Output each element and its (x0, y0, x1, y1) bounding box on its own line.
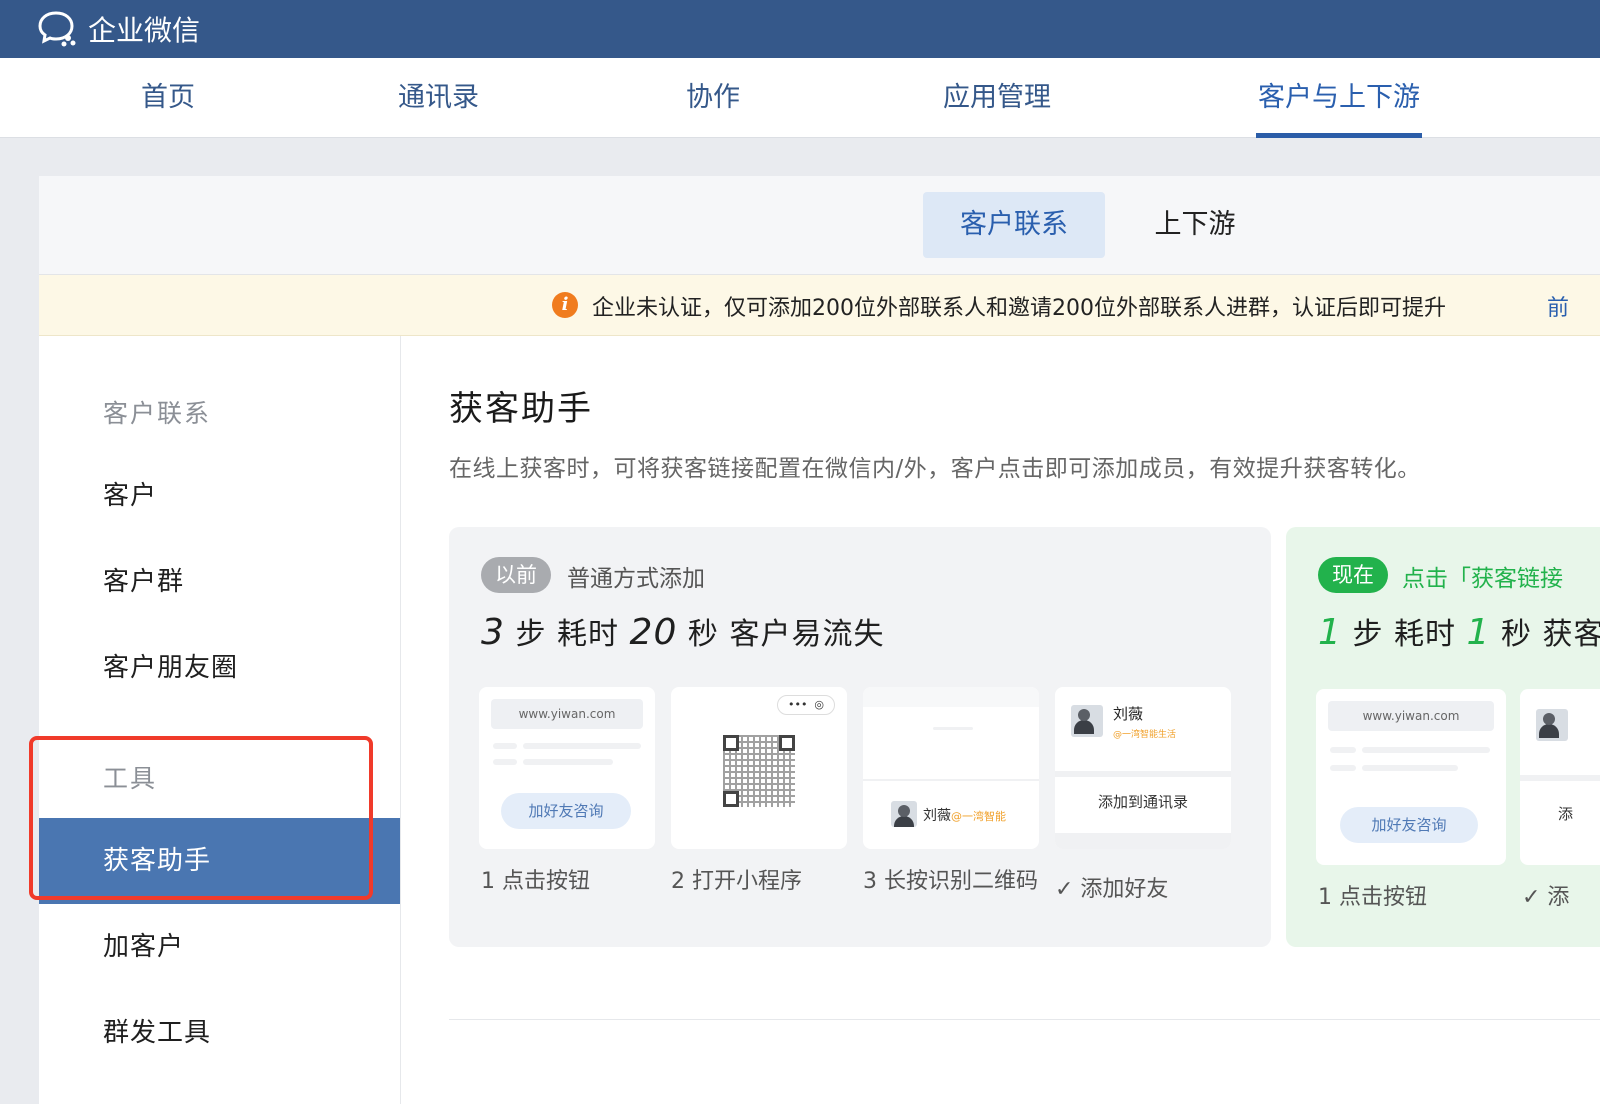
before-head-text1: 步 耗时 (515, 617, 619, 652)
subtab-customer-contact[interactable]: 客户联系 (923, 192, 1105, 258)
now-badge: 现在 (1318, 557, 1388, 593)
sidebar-item-acquisition-assistant[interactable]: 获客助手 (39, 818, 400, 904)
avatar-icon (1071, 705, 1103, 737)
nav-app-management[interactable]: 应用管理 (943, 58, 1051, 138)
url-bar: www.yiwan.com (1328, 701, 1494, 731)
now-subtitle: 点击「获客链接 (1402, 566, 1563, 592)
contact-name: 刘薇 (1113, 705, 1144, 723)
nav-home[interactable]: 首页 (141, 58, 195, 138)
before-step-4-label: ✓ 添加好友 (1055, 877, 1169, 902)
sidebar-group-customer-contact: 客户联系 (103, 399, 212, 428)
placeholder-line (523, 759, 613, 765)
app-title: 企业微信 (88, 14, 201, 47)
top-bar: 企业微信 (0, 0, 1600, 58)
main-panel: 客户联系 上下游 i 企业未认证，仅可添加200位外部联系人和邀请200位外部联… (29, 176, 1600, 1104)
before-step-4-preview: 刘薇 @一湾智能生活 添加到通讯录 (1055, 687, 1231, 849)
avatar-icon (1536, 709, 1568, 741)
nav-customers-and-partners[interactable]: 客户与上下游 (1256, 58, 1422, 138)
preview-divider (863, 779, 1039, 781)
sidebar: 客户联系 客户 客户群 客户朋友圈 工具 获客助手 加客户 群发工具 (29, 336, 401, 1104)
nav-collaboration[interactable]: 协作 (686, 58, 740, 138)
qr-corner-icon (779, 735, 795, 751)
before-step-2-preview: ••• ◎ (671, 687, 847, 849)
sidebar-item-mass-messaging[interactable]: 群发工具 (39, 990, 400, 1076)
avatar-icon (891, 801, 917, 827)
before-headline: 3 步 耗时 20 秒 客户易流失 (481, 609, 884, 653)
now-head-text1: 步 耗时 (1352, 617, 1456, 652)
contact-name: 刘薇@一湾智能 (923, 805, 1006, 825)
subtab-upstream-downstream[interactable]: 上下游 (1125, 192, 1265, 258)
preview-header (863, 687, 1039, 707)
now-head-text2: 秒 获客 (1501, 617, 1600, 652)
now-step-2-preview: 添 (1520, 689, 1600, 865)
url-bar: www.yiwan.com (491, 699, 643, 729)
placeholder-line (1362, 747, 1490, 753)
contact-tag: @一湾智能 (951, 810, 1006, 823)
content-area: 获客助手 在线上获客时，可将获客链接配置在微信内/外，客户点击即可添加成员，有效… (401, 336, 1600, 1104)
comparison-card-now: 现在 点击「获客链接 1 步 耗时 1 秒 获客 www.yiwan.com 加… (1286, 527, 1600, 947)
before-step-1-label: 1 点击按钮 (481, 869, 590, 894)
placeholder-line (933, 727, 973, 730)
now-step-1-preview: www.yiwan.com 加好友咨询 (1316, 689, 1506, 865)
preview-footer (1055, 833, 1231, 849)
before-badge: 以前 (481, 557, 551, 593)
qr-corner-icon (723, 791, 739, 807)
before-step-1-preview: www.yiwan.com 加好友咨询 (479, 687, 655, 849)
placeholder-line (1330, 765, 1356, 771)
now-headline: 1 步 耗时 1 秒 获客 (1318, 609, 1600, 653)
sidebar-item-customers[interactable]: 客户 (39, 453, 400, 539)
add-to-contacts-preview: 添 (1558, 805, 1574, 823)
page-title: 获客助手 (449, 389, 593, 429)
sidebar-group-tools: 工具 (103, 764, 158, 793)
before-step-3-label: 3 长按识别二维码 (863, 869, 1038, 894)
verification-notice: i 企业未认证，仅可添加200位外部联系人和邀请200位外部联系人进群，认证后即… (39, 275, 1600, 336)
nav-contacts[interactable]: 通讯录 (398, 58, 479, 138)
placeholder-line (493, 759, 517, 765)
placeholder-line (493, 743, 517, 749)
now-steps-count: 1 (1318, 612, 1342, 653)
before-subtitle: 普通方式添加 (567, 566, 705, 592)
placeholder-line (523, 743, 641, 749)
before-head-text2: 秒 客户易流失 (687, 617, 885, 652)
before-step-3-preview: 刘薇@一湾智能 (863, 687, 1039, 849)
sidebar-item-customer-moments[interactable]: 客户朋友圈 (39, 625, 400, 711)
before-step-2-label: 2 打开小程序 (671, 869, 802, 894)
add-friend-button-preview: 加好友咨询 (1340, 807, 1478, 843)
now-step-2-label: ✓ 添 (1522, 885, 1570, 910)
contact-tag: @一湾智能生活 (1113, 730, 1177, 740)
add-to-contacts-preview: 添加到通讯录 (1097, 793, 1188, 811)
sub-tabs: 客户联系 上下游 (39, 176, 1600, 275)
page-description: 在线上获客时，可将获客链接配置在微信内/外，客户点击即可添加成员，有效提升获客转… (449, 456, 1421, 482)
preview-divider (1055, 771, 1231, 777)
placeholder-line (1330, 747, 1356, 753)
miniprogram-capsule-icon: ••• ◎ (777, 695, 835, 715)
now-seconds-count: 1 (1466, 612, 1491, 653)
main-nav: 首页 通讯录 协作 应用管理 客户与上下游 (0, 58, 1600, 138)
section-divider (449, 1019, 1600, 1020)
wecom-logo-icon (38, 11, 76, 47)
qr-corner-icon (723, 735, 739, 751)
warning-icon: i (552, 292, 578, 318)
notice-text: 企业未认证，仅可添加200位外部联系人和邀请200位外部联系人进群，认证后即可提… (592, 296, 1446, 321)
app-logo[interactable]: 企业微信 (38, 9, 200, 49)
contact-name-text: 刘薇 (923, 808, 951, 824)
comparison-card-before: 以前 普通方式添加 3 步 耗时 20 秒 客户易流失 www.yiwan.co… (449, 527, 1271, 947)
placeholder-line (1362, 765, 1458, 771)
sidebar-item-customer-groups[interactable]: 客户群 (39, 539, 400, 625)
notice-link[interactable]: 前 (1547, 290, 1569, 322)
preview-divider (1520, 775, 1600, 781)
now-step-1-label: 1 点击按钮 (1318, 885, 1427, 910)
before-seconds-count: 20 (629, 612, 678, 653)
sidebar-item-add-customers[interactable]: 加客户 (39, 904, 400, 990)
add-friend-button-preview: 加好友咨询 (501, 793, 631, 829)
before-steps-count: 3 (481, 612, 505, 653)
